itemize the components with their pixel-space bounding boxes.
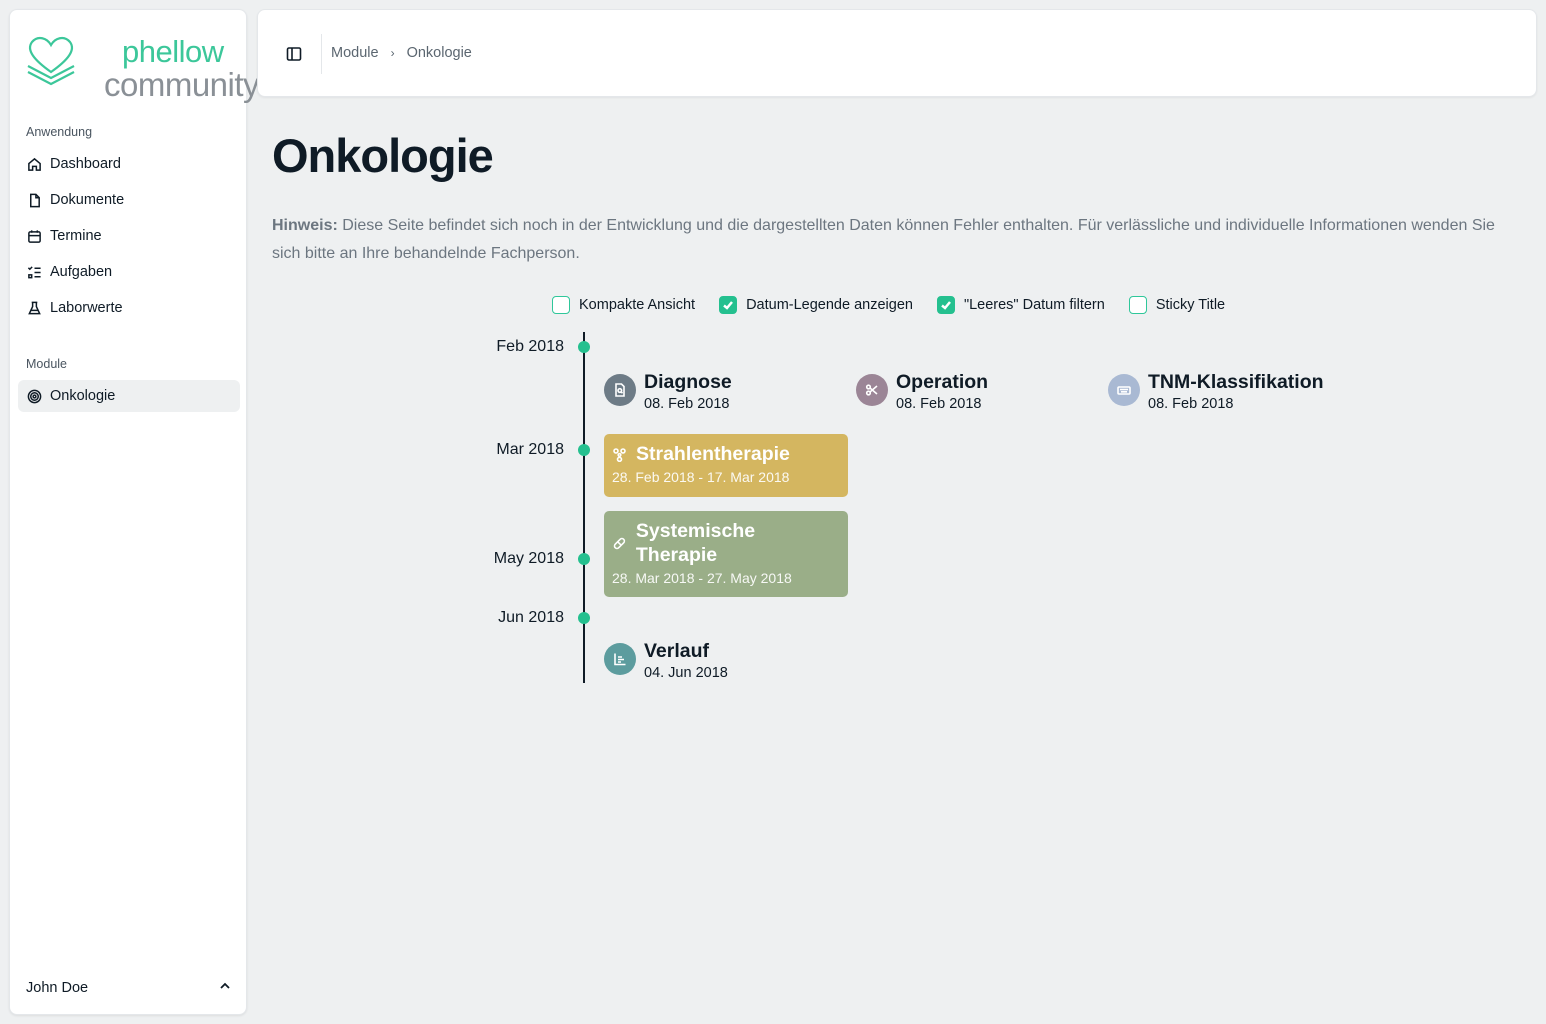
list-check-icon	[26, 264, 42, 280]
event-title: Diagnose	[644, 371, 732, 393]
sidebar: phellow community Anwendung Dashboard Do…	[9, 9, 260, 1015]
checkbox[interactable]	[1128, 296, 1147, 314]
event-diagnose[interactable]: Diagnose 08. Feb 2018	[604, 370, 732, 412]
period-title: Systemische Therapie	[635, 520, 756, 566]
timeline-month-label: Jun 2018	[498, 609, 564, 626]
top-header: Module › Onkologie	[257, 9, 1537, 97]
sidebar-item-dokumente[interactable]: Dokumente	[18, 184, 240, 216]
period-date: 28. Feb 2018 - 17. Mar 2018	[612, 469, 790, 485]
sidebar-toggle-button[interactable]	[282, 42, 306, 66]
calendar-icon	[26, 228, 42, 244]
event-date: 08. Feb 2018	[1148, 396, 1234, 412]
timeline-dot	[578, 341, 590, 353]
event-verlauf[interactable]: Verlauf 04. Jun 2018	[604, 639, 728, 681]
option-label: Sticky Title	[1155, 297, 1226, 313]
header-divider	[321, 34, 322, 74]
brand-logo[interactable]: phellow community	[24, 24, 260, 108]
sidebar-item-aufgaben[interactable]: Aufgaben	[18, 256, 240, 288]
sidebar-item-label: Termine	[50, 228, 102, 244]
home-icon	[26, 156, 42, 172]
timeline-dot	[578, 444, 590, 456]
sidebar-toggle-icon	[286, 47, 302, 61]
nav-section-anwendung: Anwendung	[26, 125, 93, 139]
check-icon	[723, 301, 734, 310]
sidebar-item-laborwerte[interactable]: Laborwerte	[18, 292, 240, 324]
event-date: 08. Feb 2018	[644, 396, 730, 412]
pill-icon	[613, 537, 626, 549]
option-datum-legende[interactable]: Datum-Legende anzeigen	[719, 296, 913, 314]
page-title: Onkologie	[272, 129, 494, 182]
event-date: 04. Jun 2018	[644, 665, 728, 681]
brand-line1: phellow	[122, 34, 224, 69]
nav-section-module: Module	[26, 357, 67, 371]
timeline-month-label: May 2018	[493, 550, 564, 567]
sidebar-item-label: Laborwerte	[50, 300, 123, 316]
event-tnm-klassifikation[interactable]: TNM-Klassifikation 08. Feb 2018	[1108, 370, 1324, 412]
timeline-dot	[578, 612, 590, 624]
option-leeres-datum-filtern[interactable]: "Leeres" Datum filtern	[936, 296, 1105, 314]
chevron-right-icon: ›	[390, 46, 395, 60]
event-date: 08. Feb 2018	[896, 396, 982, 412]
option-label: Datum-Legende anzeigen	[746, 297, 913, 313]
breadcrumb: Module › Onkologie	[331, 45, 472, 61]
option-label: Kompakte Ansicht	[579, 297, 696, 313]
chart-icon	[604, 643, 636, 675]
target-icon	[26, 388, 42, 404]
file-icon	[26, 192, 42, 208]
checkbox-checked[interactable]	[719, 296, 738, 314]
sidebar-item-label: Aufgaben	[50, 264, 113, 280]
keyboard-icon	[1108, 374, 1140, 406]
event-title: TNM-Klassifikation	[1148, 371, 1324, 393]
event-title: Operation	[896, 371, 989, 393]
sidebar-item-label: Dashboard	[50, 156, 121, 172]
option-kompakte-ansicht[interactable]: Kompakte Ansicht	[552, 296, 695, 314]
checkbox-checked[interactable]	[936, 296, 955, 314]
timeline-dot	[578, 553, 590, 565]
event-operation[interactable]: Operation 08. Feb 2018	[856, 370, 988, 412]
sidebar-item-termine[interactable]: Termine	[18, 220, 240, 252]
period-systemische-therapie[interactable]: Systemische Therapie 28. Mar 2018 - 27. …	[604, 511, 848, 597]
file-search-icon	[604, 374, 636, 406]
notice-text: Hinweis: Diese Seite befindet sich noch …	[272, 212, 1522, 268]
flask-icon	[26, 300, 42, 316]
breadcrumb-item-module[interactable]: Module	[331, 45, 379, 61]
check-icon	[941, 301, 951, 310]
user-name: John Doe	[26, 980, 89, 996]
chevron-up-icon	[218, 979, 232, 997]
scissors-icon	[856, 374, 888, 406]
period-title: Strahlentherapie	[636, 443, 790, 465]
sidebar-item-onkologie[interactable]: Onkologie	[18, 380, 240, 412]
view-options: Kompakte Ansicht Datum-Legende anzeigen …	[552, 296, 1249, 314]
radiation-icon	[613, 447, 626, 462]
notice-label: Hinweis:	[272, 217, 338, 234]
sidebar-item-label: Onkologie	[50, 388, 116, 404]
sidebar-item-label: Dokumente	[50, 192, 125, 208]
option-label: "Leeres" Datum filtern	[963, 297, 1105, 313]
timeline-month-label: Mar 2018	[496, 441, 564, 458]
period-date: 28. Mar 2018 - 27. May 2018	[612, 570, 792, 586]
timeline-axis	[583, 332, 585, 683]
brand-line2: community	[104, 66, 260, 103]
sidebar-item-dashboard[interactable]: Dashboard	[18, 148, 240, 180]
event-title: Verlauf	[644, 640, 710, 662]
breadcrumb-item-current: Onkologie	[406, 45, 472, 61]
option-sticky-title[interactable]: Sticky Title	[1128, 296, 1226, 314]
period-strahlentherapie[interactable]: Strahlentherapie 28. Feb 2018 - 17. Mar …	[604, 434, 848, 497]
user-menu[interactable]: John Doe	[18, 972, 240, 1004]
checkbox[interactable]	[552, 296, 570, 314]
heart-logo-icon	[27, 36, 75, 86]
timeline-month-label: Feb 2018	[496, 338, 564, 355]
notice-body: Diese Seite befindet sich noch in der En…	[272, 217, 1495, 262]
